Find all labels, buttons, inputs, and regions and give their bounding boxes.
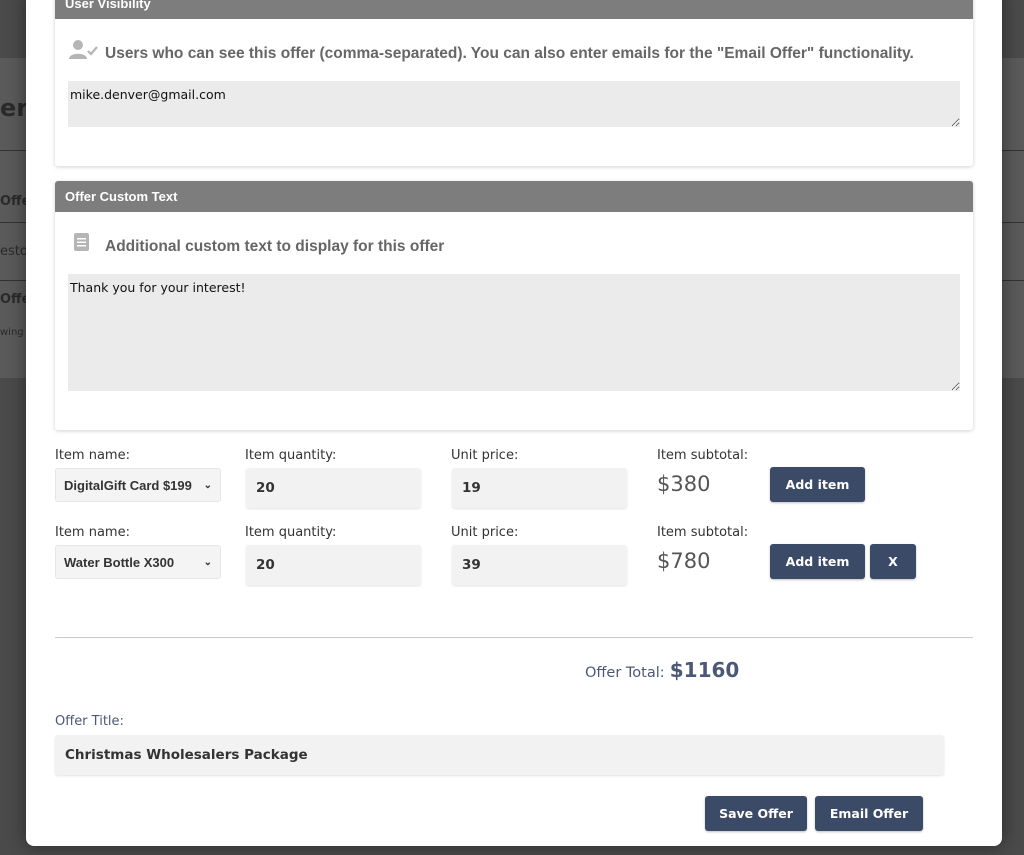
custom-text-card: Offer Custom Text Additional custom text… <box>55 181 973 430</box>
user-visibility-description: Users who can see this offer (comma-sepa… <box>105 45 914 62</box>
item-quantity-label: Item quantity: <box>245 525 337 540</box>
offer-total-value: $1160 <box>669 658 740 682</box>
item-name-label: Item name: <box>55 448 130 463</box>
item-quantity-input[interactable] <box>246 545 421 585</box>
user-visibility-header: User Visibility <box>55 0 973 19</box>
item-subtotal-label: Item subtotal: <box>657 525 749 540</box>
item-subtotal-value: $780 <box>657 549 711 573</box>
chevron-down-icon: ⌄ <box>203 556 212 568</box>
offer-title-label: Offer Title: <box>55 714 124 729</box>
offer-total-label: Offer Total: <box>585 665 665 681</box>
item-name-select[interactable]: Water Bottle X300 ⌄ <box>55 545 221 579</box>
background-text-fragment: esto <box>0 244 26 259</box>
custom-text-header: Offer Custom Text <box>55 181 973 212</box>
user-visibility-input[interactable]: mike.denver@gmail.com <box>68 81 960 127</box>
custom-text-description: Additional custom text to display for th… <box>105 238 445 255</box>
background-text-fragment: wing <box>0 327 24 338</box>
remove-item-button[interactable]: X <box>870 544 916 579</box>
unit-price-label: Unit price: <box>451 448 519 463</box>
background-text-fragment: Offe <box>0 292 26 307</box>
item-quantity-label: Item quantity: <box>245 448 337 463</box>
background-text-fragment: Offe <box>0 194 26 209</box>
item-subtotal-label: Item subtotal: <box>657 448 749 463</box>
item-subtotal-value: $380 <box>657 472 711 496</box>
user-check-icon <box>69 40 99 65</box>
offer-modal: User Visibility Users who can see this o… <box>26 0 1002 846</box>
add-item-button[interactable]: Add item <box>770 467 865 502</box>
offer-total: Offer Total: $1160 <box>585 658 739 682</box>
save-offer-button[interactable]: Save Offer <box>705 796 807 831</box>
section-divider <box>55 637 973 638</box>
item-name-selected: DigitalGift Card $199 <box>64 477 192 493</box>
unit-price-label: Unit price: <box>451 525 519 540</box>
chevron-down-icon: ⌄ <box>203 479 212 491</box>
custom-text-input[interactable]: Thank you for your interest! <box>68 274 960 391</box>
unit-price-input[interactable] <box>452 468 627 508</box>
document-icon <box>74 233 90 256</box>
item-name-selected: Water Bottle X300 <box>64 554 175 570</box>
add-item-button[interactable]: Add item <box>770 544 865 579</box>
unit-price-input[interactable] <box>452 545 627 585</box>
user-visibility-card: User Visibility Users who can see this o… <box>55 0 973 166</box>
email-offer-button[interactable]: Email Offer <box>815 796 923 831</box>
item-quantity-input[interactable] <box>246 468 421 508</box>
item-name-label: Item name: <box>55 525 130 540</box>
offer-title-input[interactable] <box>55 735 944 775</box>
item-name-select[interactable]: DigitalGift Card $199 ⌄ <box>55 468 221 502</box>
background-heading-fragment: ers <box>0 94 26 122</box>
